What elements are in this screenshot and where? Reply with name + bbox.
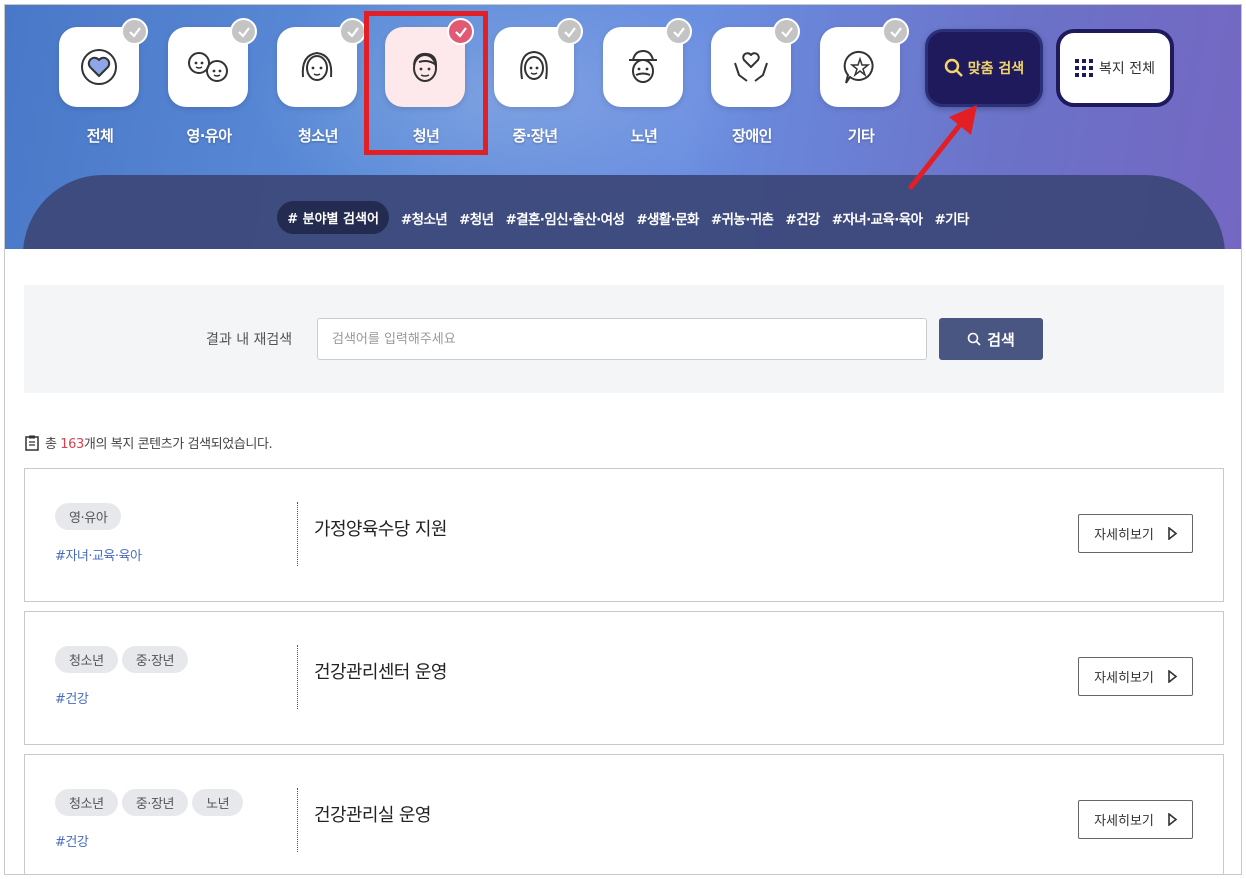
hands-heart-icon bbox=[734, 52, 768, 82]
detail-button[interactable]: 자세히보기 bbox=[1078, 514, 1193, 553]
result-hashtag[interactable]: #자녀·교육·육아 bbox=[55, 545, 142, 564]
category-all[interactable]: 전체 bbox=[59, 18, 148, 146]
category-label: 청소년 bbox=[298, 127, 338, 145]
result-hashtag[interactable]: #건강 bbox=[55, 831, 89, 850]
re-search-panel: 결과 내 재검색 검색 bbox=[24, 285, 1224, 393]
target-chip: 청소년 bbox=[55, 646, 118, 673]
target-chip: 청소년 bbox=[55, 789, 118, 816]
category-label: 기타 bbox=[847, 127, 875, 145]
grid-icon bbox=[1075, 59, 1093, 77]
detail-button[interactable]: 자세히보기 bbox=[1078, 800, 1193, 839]
target-chip: 영·유아 bbox=[55, 503, 122, 530]
re-search-label: 결과 내 재검색 bbox=[206, 332, 293, 348]
match-search-label: 맞춤 검색 bbox=[967, 61, 1025, 77]
divider bbox=[297, 645, 298, 709]
category-tile bbox=[277, 18, 366, 107]
count-prefix: 총 bbox=[45, 437, 61, 452]
category-label: 영·유아 bbox=[186, 127, 232, 145]
target-chip: 중·장년 bbox=[121, 646, 189, 673]
detail-button[interactable]: 자세히보기 bbox=[1078, 657, 1193, 696]
check-icon bbox=[556, 18, 583, 45]
tag-link[interactable]: #결혼·임신·출산·여성 bbox=[505, 208, 624, 228]
check-icon bbox=[882, 18, 909, 45]
tag-row: # 분야별 검색어 #청소년 #청년 #결혼·임신·출산·여성 #생활·문화 #… bbox=[5, 201, 1241, 234]
clipboard-icon bbox=[25, 435, 39, 451]
all-welfare-label: 복지 전체 bbox=[1099, 61, 1155, 77]
detail-button-label: 자세히보기 bbox=[1094, 671, 1154, 686]
tag-link[interactable]: #청소년 bbox=[401, 208, 448, 228]
category-senior[interactable]: 노년 bbox=[603, 18, 692, 146]
tag-link[interactable]: #건강 bbox=[785, 208, 820, 228]
tag-link[interactable]: #기타 bbox=[934, 208, 969, 228]
check-icon bbox=[230, 18, 257, 45]
target-chips: 영·유아 bbox=[55, 503, 122, 530]
target-chip: 노년 bbox=[192, 789, 244, 816]
star-bubble-icon bbox=[843, 50, 874, 84]
result-title[interactable]: 건강관리센터 운영 bbox=[314, 658, 447, 684]
result-card: 영·유아 #자녀·교육·육아 가정양육수당 지원 자세히보기 bbox=[24, 468, 1224, 602]
tag-link[interactable]: #생활·문화 bbox=[636, 208, 699, 228]
target-chip: 중·장년 bbox=[121, 789, 189, 816]
search-icon bbox=[944, 58, 963, 77]
tag-link[interactable]: #귀농·귀촌 bbox=[711, 208, 774, 228]
girl-icon bbox=[301, 51, 333, 81]
category-middle-age[interactable]: 중·장년 bbox=[494, 18, 583, 146]
category-label: 전체 bbox=[86, 127, 114, 145]
search-button[interactable]: 검색 bbox=[939, 318, 1043, 360]
category-label: 장애인 bbox=[732, 127, 772, 145]
category-tile bbox=[494, 18, 583, 107]
tag-link[interactable]: #자녀·교육·육아 bbox=[832, 208, 923, 228]
count-number: 163 bbox=[60, 437, 84, 452]
search-icon bbox=[967, 332, 981, 346]
search-button-label: 검색 bbox=[987, 330, 1015, 349]
category-tile bbox=[59, 18, 148, 107]
elder-icon bbox=[629, 49, 657, 83]
category-teen[interactable]: 청소년 bbox=[277, 18, 366, 146]
result-card: 청소년 중·장년 노년 #건강 건강관리실 운영 자세히보기 bbox=[24, 754, 1224, 874]
target-chips: 청소년 중·장년 bbox=[55, 646, 189, 673]
category-tile bbox=[820, 18, 909, 107]
divider bbox=[297, 788, 298, 852]
all-welfare-button[interactable]: 복지 전체 bbox=[1056, 29, 1174, 107]
target-chips: 청소년 중·장년 노년 bbox=[55, 789, 244, 816]
category-etc[interactable]: 기타 bbox=[820, 18, 909, 146]
woman-icon bbox=[520, 50, 548, 80]
check-icon bbox=[339, 18, 366, 45]
check-icon bbox=[121, 18, 148, 45]
heart-icon bbox=[81, 49, 117, 85]
play-arrow-icon bbox=[1168, 670, 1177, 683]
category-label: 중·장년 bbox=[512, 127, 558, 145]
result-count: 총 163개의 복지 콘텐츠가 검색되었습니다. bbox=[25, 433, 273, 452]
category-hero: 전체 영·유아 청소년 청년 중·장년 노년 장애인 기타 맞춤 검색 복지 전… bbox=[5, 5, 1241, 249]
category-tile bbox=[168, 18, 257, 107]
play-arrow-icon bbox=[1168, 813, 1177, 826]
divider bbox=[297, 502, 298, 566]
category-label: 노년 bbox=[630, 127, 658, 145]
check-icon bbox=[773, 18, 800, 45]
search-input[interactable] bbox=[317, 318, 927, 360]
result-title[interactable]: 건강관리실 운영 bbox=[314, 801, 431, 827]
detail-button-label: 자세히보기 bbox=[1094, 814, 1154, 829]
category-infant[interactable]: 영·유아 bbox=[168, 18, 257, 146]
result-card: 청소년 중·장년 #건강 건강관리센터 운영 자세히보기 bbox=[24, 611, 1224, 745]
result-title[interactable]: 가정양육수당 지원 bbox=[314, 515, 447, 541]
detail-button-label: 자세히보기 bbox=[1094, 528, 1154, 543]
play-arrow-icon bbox=[1168, 527, 1177, 540]
highlight-box bbox=[364, 11, 488, 155]
check-icon bbox=[665, 18, 692, 45]
result-hashtag[interactable]: #건강 bbox=[55, 688, 89, 707]
page-frame: 전체 영·유아 청소년 청년 중·장년 노년 장애인 기타 맞춤 검색 복지 전… bbox=[4, 4, 1242, 875]
count-suffix: 개의 복지 콘텐츠가 검색되었습니다. bbox=[83, 437, 273, 452]
category-tile bbox=[711, 18, 800, 107]
match-search-button[interactable]: 맞춤 검색 bbox=[925, 29, 1043, 107]
field-keyword-pill: # 분야별 검색어 bbox=[277, 201, 389, 234]
tag-link[interactable]: #청년 bbox=[459, 208, 494, 228]
category-tile bbox=[603, 18, 692, 107]
red-arrow-icon bbox=[908, 105, 977, 190]
category-disabled[interactable]: 장애인 bbox=[711, 18, 800, 146]
babies-icon bbox=[188, 52, 228, 82]
